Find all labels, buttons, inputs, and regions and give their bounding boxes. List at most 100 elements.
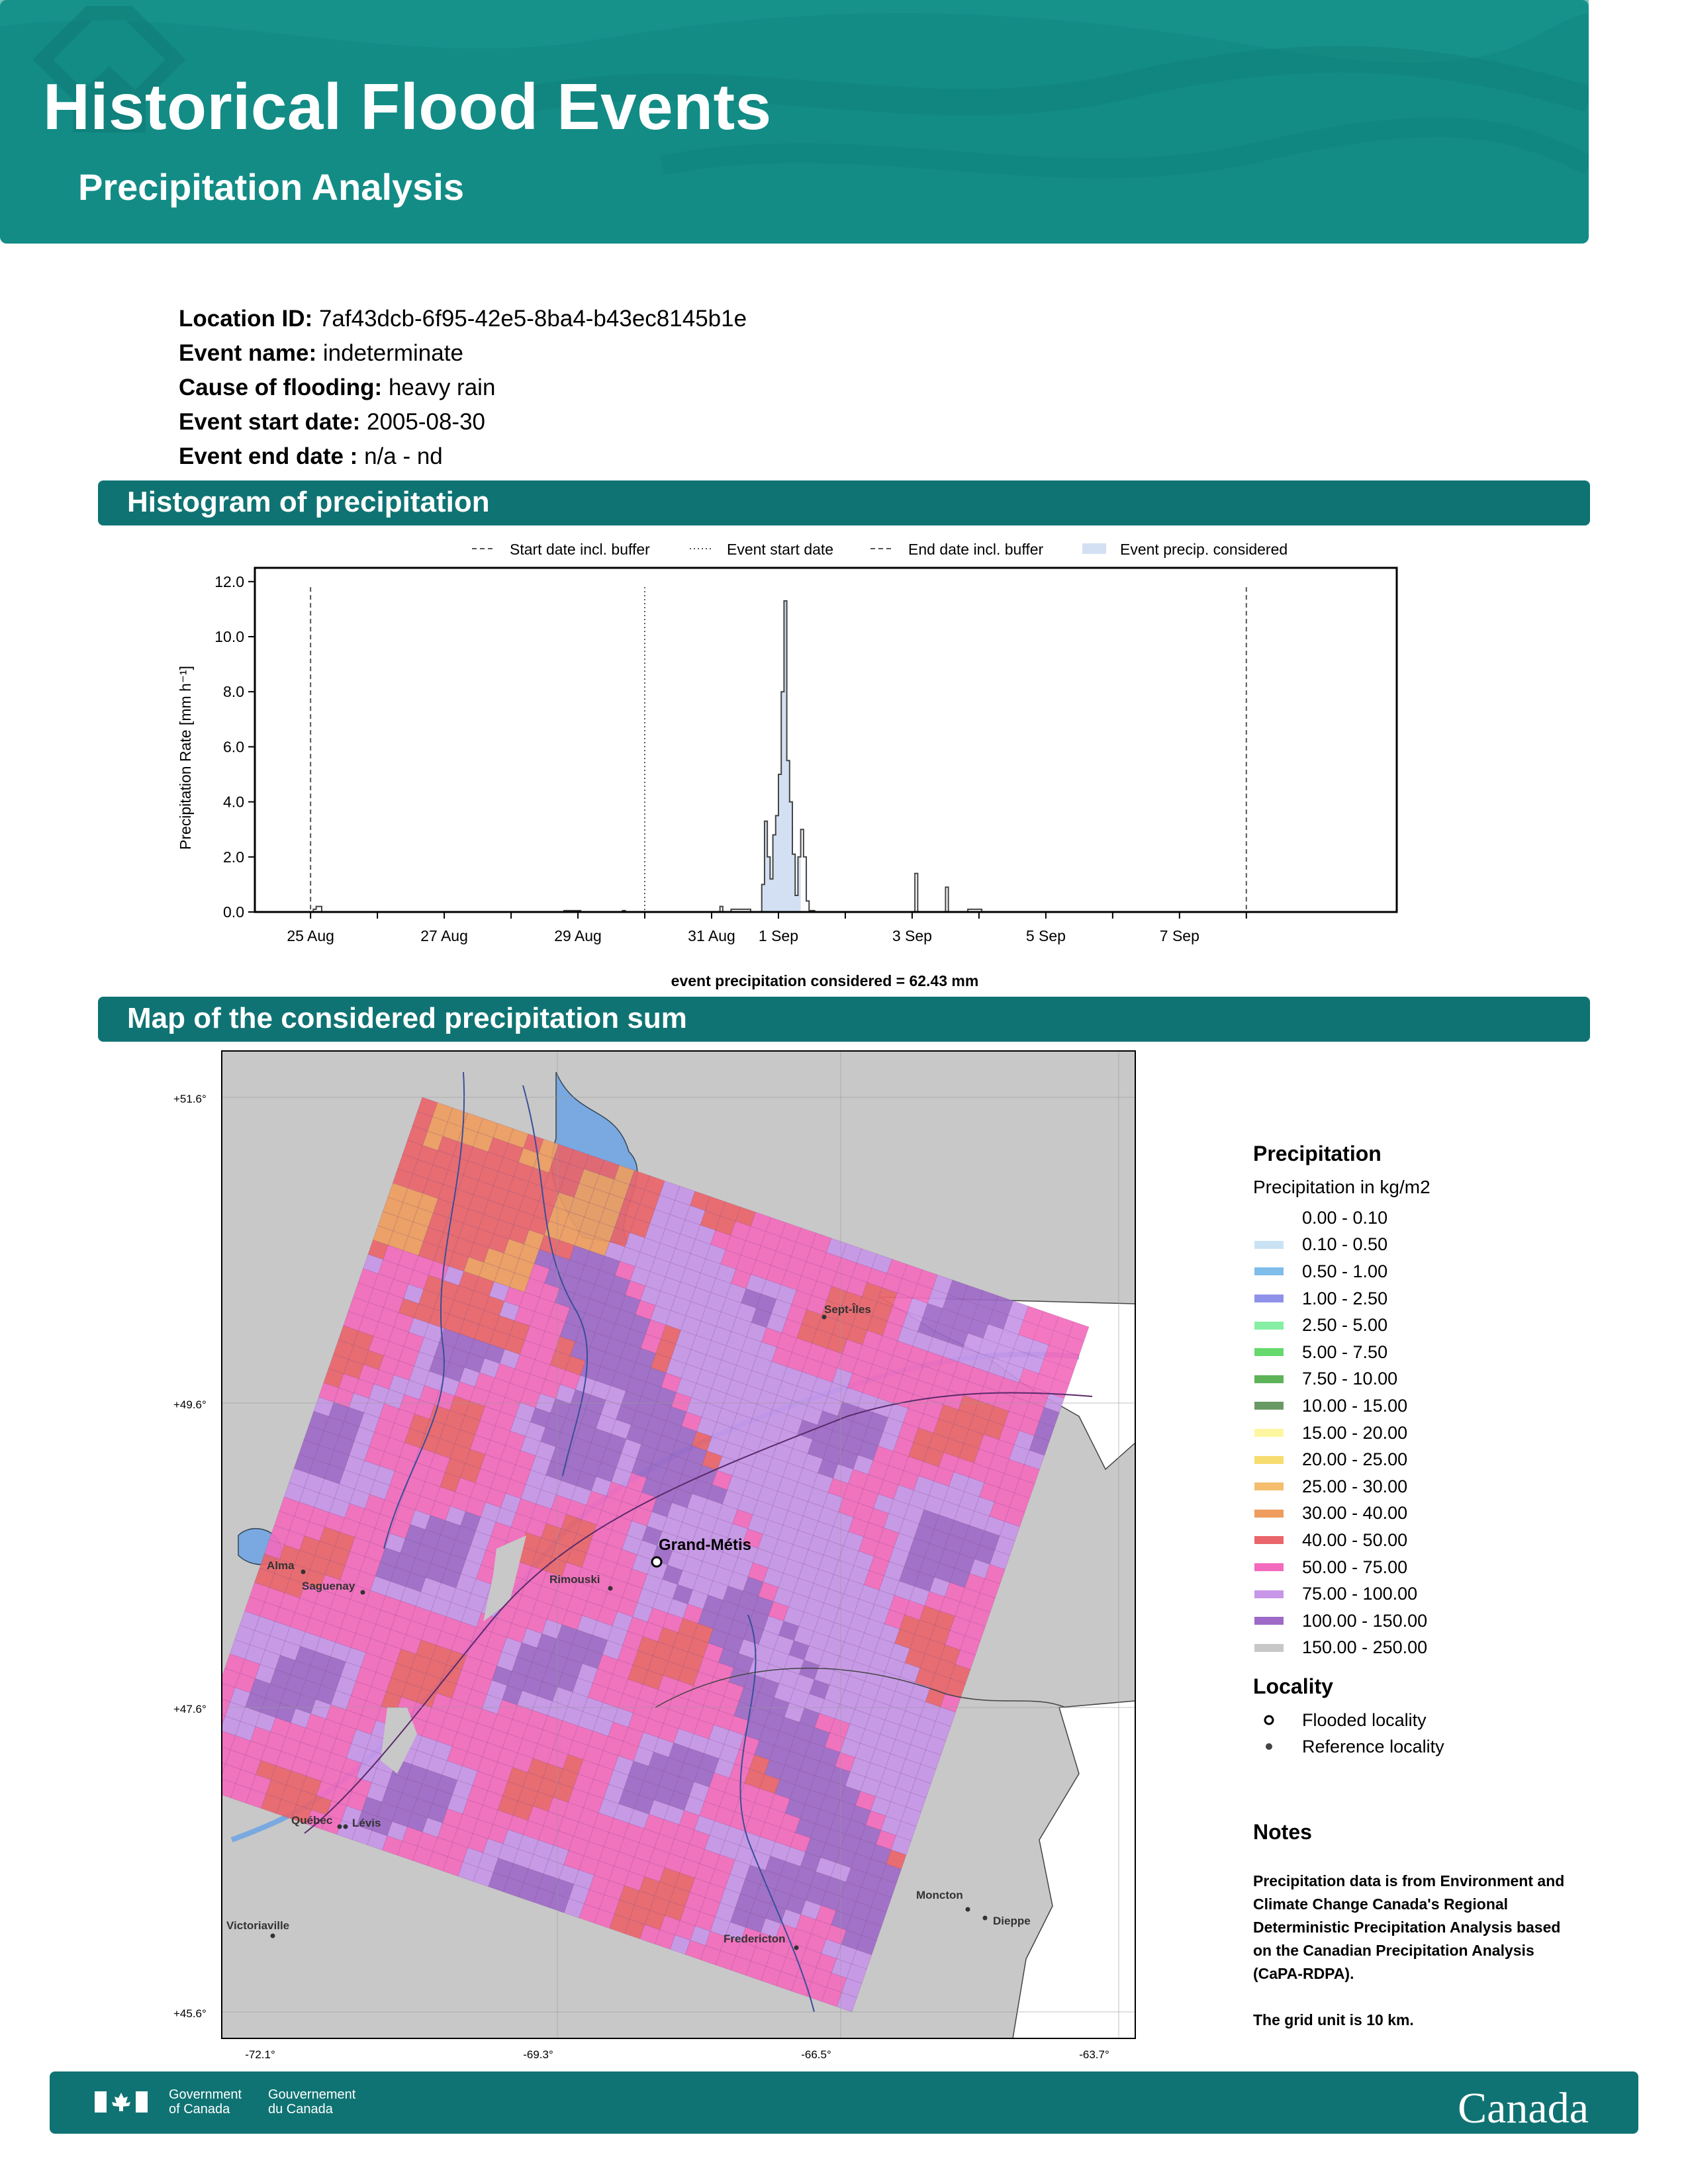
reference-locality-marker (270, 1933, 275, 1938)
legend-class: 1.00 - 2.50 (1253, 1285, 1597, 1312)
legend-swatch (1254, 1563, 1284, 1572)
x-tick-label: 25 Aug (287, 927, 334, 944)
legend-class: 0.00 - 0.10 (1253, 1205, 1597, 1232)
info-location-id: Location ID: 7af43dcb-6f95-42e5-8ba4-b43… (179, 306, 747, 332)
x-tick-label: 3 Sep (892, 927, 932, 944)
section-title: Histogram of precipitation (127, 486, 490, 518)
legend-label: Start date incl. buffer (510, 541, 650, 558)
legend-label: 10.00 - 15.00 (1302, 1395, 1408, 1416)
legend-title: Precipitation (1253, 1142, 1382, 1165)
legend-class: 50.00 - 75.00 (1253, 1554, 1597, 1581)
reference-locality-marker (794, 1945, 799, 1950)
precipitation-map: +51.6° +49.6° +47.6° +45.6° -72.1° -69.3° -66.… (173, 1050, 1136, 2061)
legend-label: Event start date (727, 541, 833, 558)
legend-label: 7.50 - 10.00 (1302, 1369, 1398, 1389)
legend-class: 15.00 - 20.00 (1253, 1420, 1597, 1447)
locality-title: Locality (1253, 1674, 1333, 1699)
legend-label: Event precip. considered (1120, 541, 1288, 558)
legend-class: 30.00 - 40.00 (1253, 1500, 1597, 1527)
info-label: Event end date : (179, 443, 358, 469)
legend-swatch (1254, 1536, 1284, 1545)
section-histogram-header: Histogram of precipitation (98, 480, 1590, 525)
y-tick-label: 10.0 (214, 628, 244, 645)
legend-classes: 0.00 - 0.10 0.10 - 0.50 0.50 - 1.00 1.00 - … (1253, 1205, 1597, 1661)
legend-label: 0.00 - 0.10 (1302, 1207, 1388, 1228)
legend-swatch (1254, 1482, 1284, 1491)
reference-locality-marker (301, 1569, 306, 1574)
latitude-label: +45.6° (173, 2007, 207, 2020)
legend-swatch (1254, 1590, 1284, 1598)
legend-swatch (1254, 1295, 1284, 1303)
notes-line: The grid unit is 10 km. (1253, 2011, 1414, 2028)
legend-swatch (1254, 1321, 1284, 1330)
latitude-label: +47.6° (173, 1703, 207, 1715)
legend-swatch (1254, 1267, 1284, 1276)
notes-line: (CaPA-RDPA). (1253, 1965, 1354, 1982)
notes-title: Notes (1253, 1820, 1312, 1844)
legend-class: 5.00 - 7.50 (1253, 1339, 1597, 1366)
legend-class: 150.00 - 250.00 (1253, 1635, 1597, 1662)
x-tick-label: 31 Aug (688, 927, 735, 944)
legend-class: 100.00 - 150.00 (1253, 1608, 1597, 1635)
longitude-label: -72.1° (245, 2048, 275, 2061)
plot-area (255, 587, 1397, 913)
info-label: Event name: (179, 340, 317, 366)
reference-locality-label: Moncton (916, 1889, 963, 1901)
legend-swatch (1254, 1402, 1284, 1410)
y-tick-label: 6.0 (223, 738, 244, 755)
section-map-header: Map of the considered precipitation sum (98, 997, 1590, 1042)
chart-legend: Start date incl. buffer Event start date… (472, 541, 1288, 558)
latitude-label: +51.6° (173, 1093, 207, 1105)
grid-cell (191, 1754, 211, 1773)
info-value: heavy rain (388, 375, 496, 400)
info-value: n/a - nd (364, 443, 443, 469)
legend-class: 20.00 - 25.00 (1253, 1446, 1597, 1473)
info-label: Cause of flooding: (179, 375, 383, 400)
reference-locality-label: Rimouski (549, 1573, 600, 1586)
legend-class: 0.10 - 0.50 (1253, 1232, 1597, 1259)
legend-label: 50.00 - 75.00 (1302, 1557, 1408, 1577)
reference-locality-label: Dieppe (993, 1915, 1031, 1927)
precipitation-histogram: Start date incl. buffer Event start date… (177, 541, 1398, 989)
y-tick-label: 0.0 (223, 903, 244, 921)
legend-label: Flooded locality (1302, 1709, 1427, 1730)
legend-class: 10.00 - 15.00 (1253, 1392, 1597, 1420)
reference-locality-label: Saguenay (302, 1580, 355, 1592)
notes-body: Precipitation data is from Environment a… (1253, 1870, 1611, 2032)
reference-locality-label: Sept-Îles (824, 1303, 871, 1316)
legend-label: End date incl. buffer (908, 541, 1043, 558)
info-value: indeterminate (322, 340, 463, 366)
y-tick-label: 12.0 (214, 573, 244, 590)
notes-line: Precipitation data is from Environment a… (1253, 1872, 1565, 1889)
legend-class: 75.00 - 100.00 (1253, 1580, 1597, 1608)
reference-locality-label: Fredericton (724, 1933, 786, 1945)
grid-cell (185, 1768, 205, 1788)
info-cause: Cause of flooding: heavy rain (179, 375, 495, 401)
plot-frame (254, 567, 1398, 913)
reference-locality-marker (982, 1915, 988, 1921)
x-tick-label: 29 Aug (554, 927, 602, 944)
reference-locality-marker (608, 1586, 613, 1591)
dot-icon (1266, 1743, 1272, 1751)
legend-swatch (1254, 1240, 1284, 1249)
x-tick-label: 5 Sep (1026, 927, 1066, 944)
info-label: Location ID: (179, 306, 313, 332)
legend-reference-locality: Reference locality (1253, 1733, 1597, 1760)
flooded-locality-label: Grand-Métis (659, 1536, 751, 1554)
legend-label: 75.00 - 100.00 (1302, 1584, 1418, 1604)
y-tick-label: 2.0 (223, 848, 244, 866)
info-start-date: Event start date: 2005-08-30 (179, 409, 485, 435)
grid-cell (195, 1739, 215, 1759)
longitude-label: -66.5° (801, 2048, 831, 2061)
legend-swatch-event-precip (1082, 543, 1106, 554)
legend-swatch (1254, 1455, 1284, 1464)
longitude-label: -63.7° (1079, 2048, 1109, 2061)
info-label: Event start date: (179, 409, 361, 435)
legend-subtitle: Precipitation in kg/m2 (1253, 1177, 1430, 1197)
legend-label: 2.50 - 5.00 (1302, 1315, 1388, 1336)
grid-cell (201, 1773, 220, 1793)
section-title: Map of the considered precipitation sum (127, 1002, 687, 1034)
legend-swatch (1254, 1643, 1284, 1652)
legend-swatch (1254, 1617, 1284, 1625)
reference-locality-marker (965, 1907, 970, 1912)
